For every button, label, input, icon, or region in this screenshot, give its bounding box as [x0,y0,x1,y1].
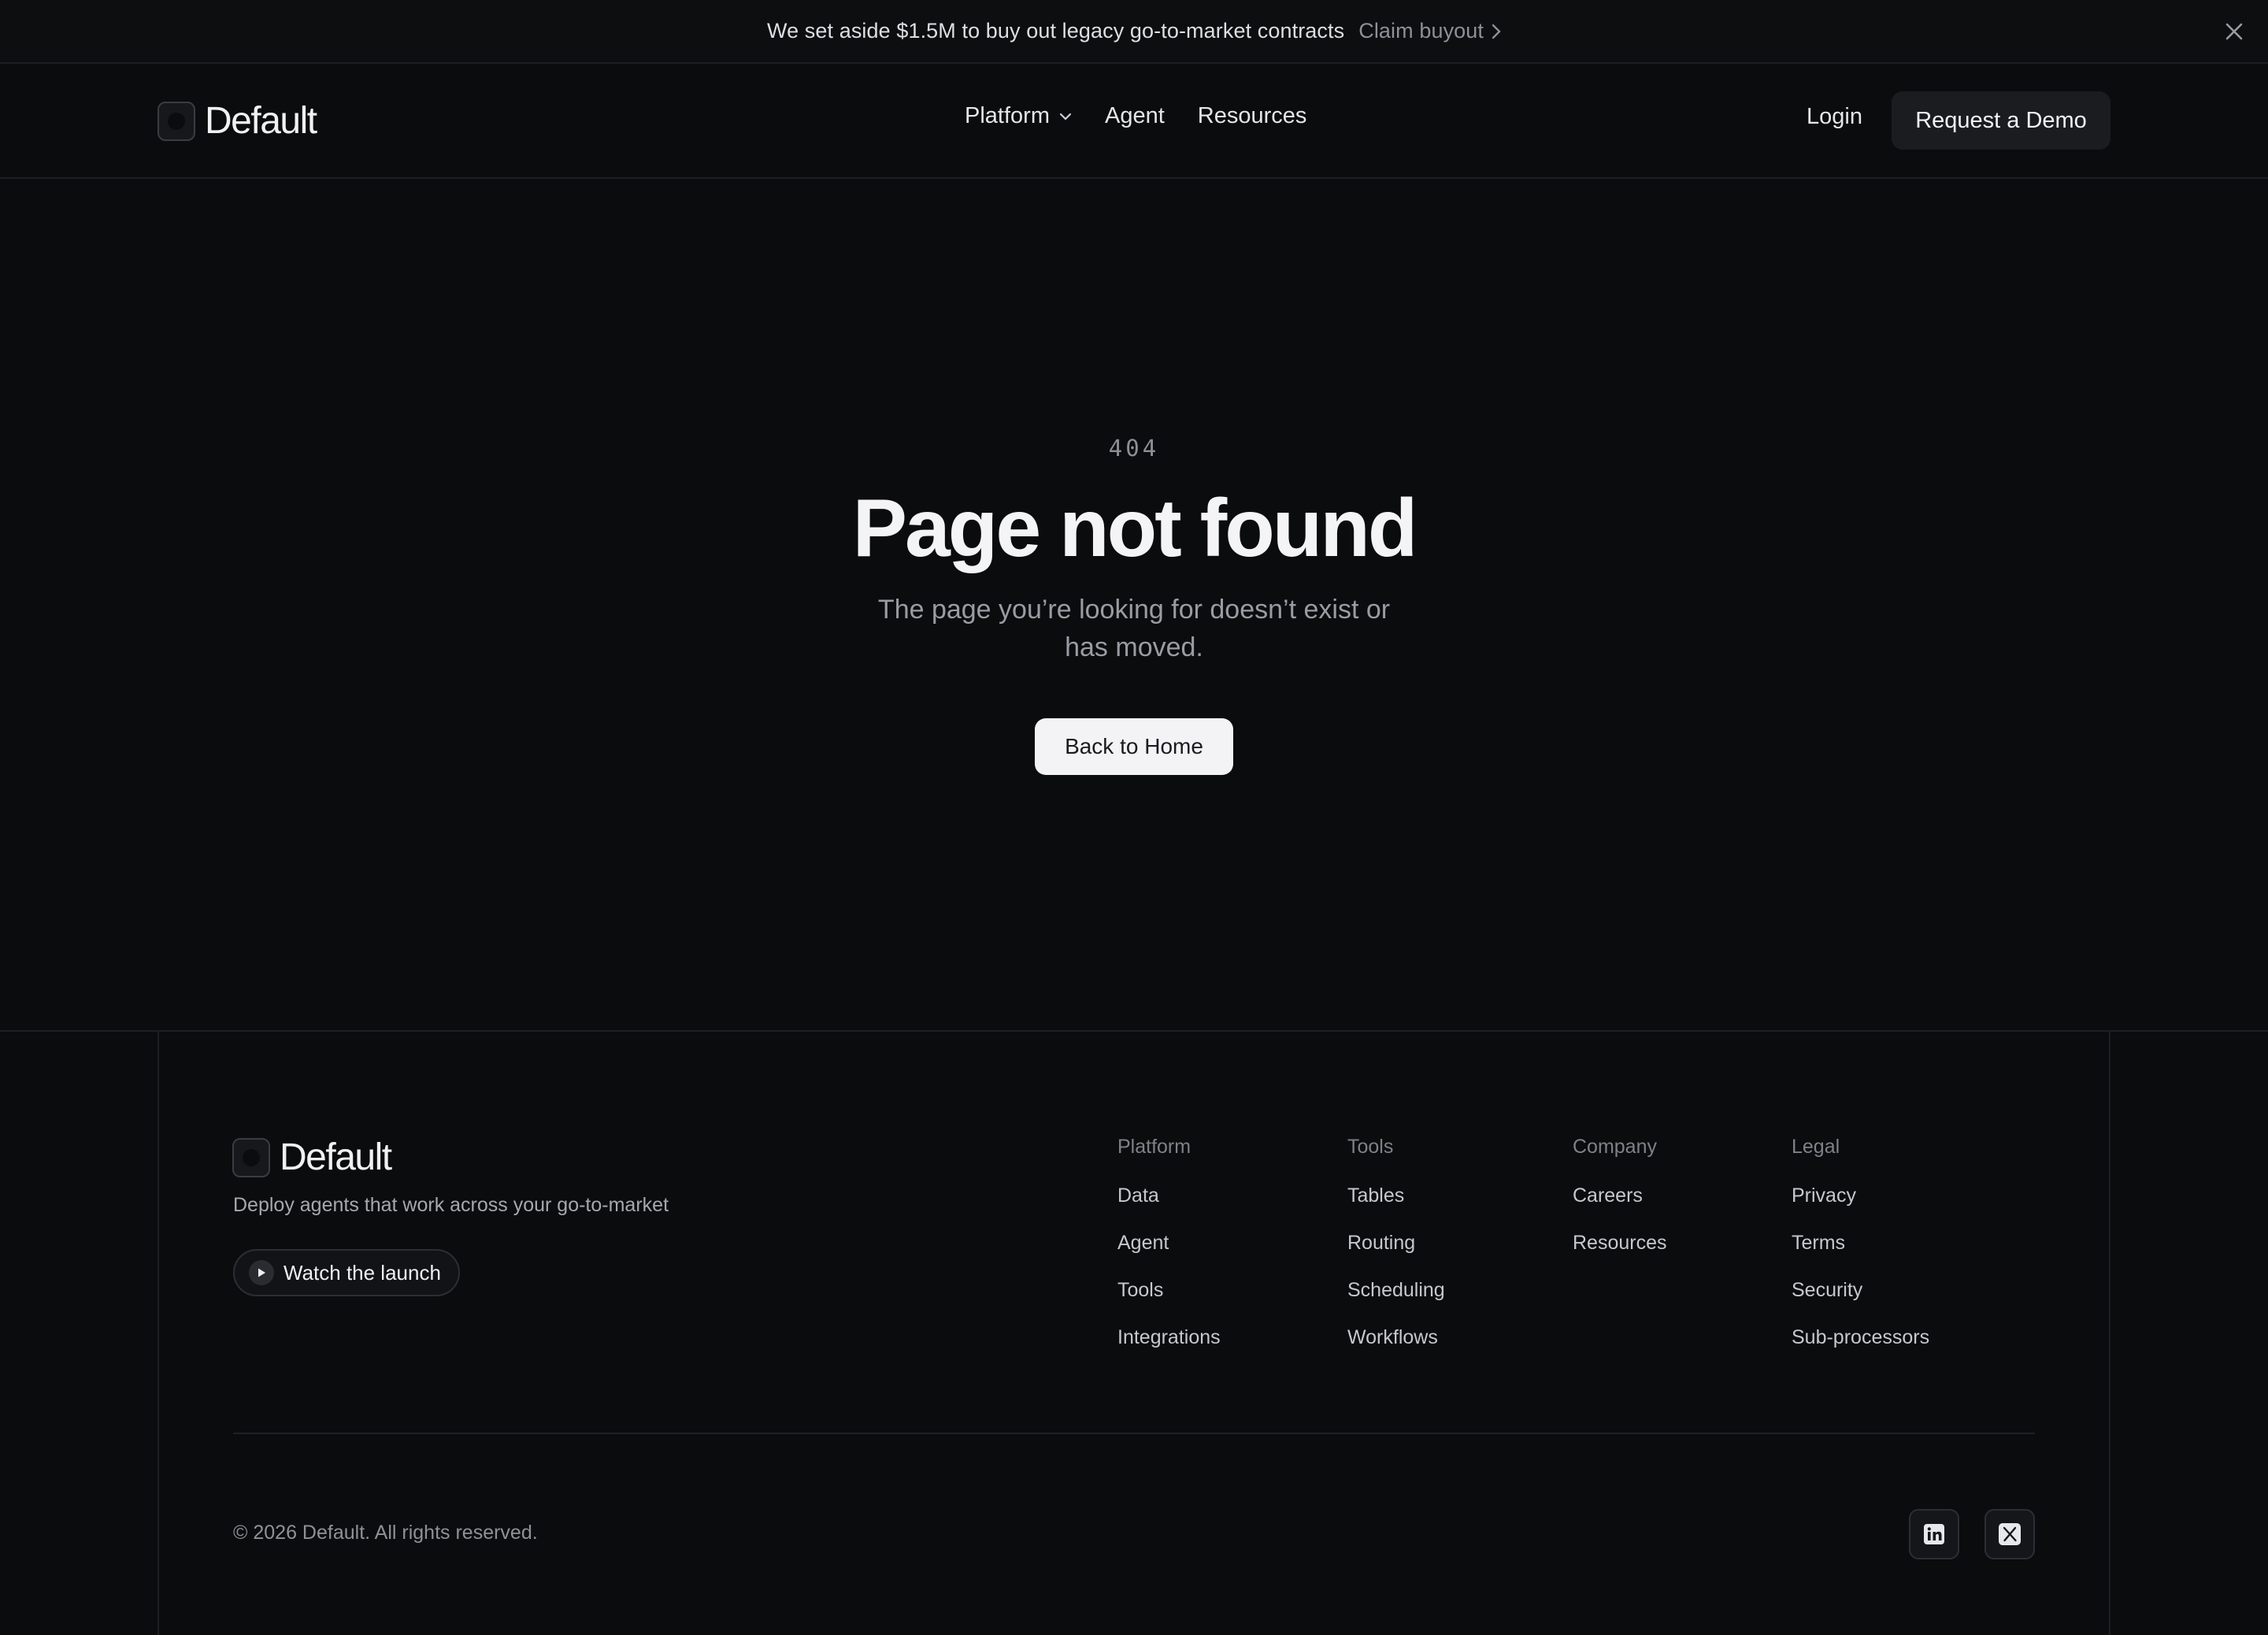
site-header: Default Platform Agent Resources Login R… [0,64,2268,179]
footer-column-heading: Platform [1117,1136,1191,1158]
footer-column-heading: Tools [1347,1136,1394,1158]
linkedin-link[interactable] [1909,1509,1959,1559]
site-footer: Default Deploy agents that work across y… [0,1030,2268,1635]
chevron-down-icon [1059,113,1072,120]
logo-mark-icon [158,101,195,141]
footer-link-privacy[interactable]: Privacy [1792,1184,1929,1231]
copyright-text: © 2026 Default. All rights reserved. [233,1522,538,1544]
footer-column-heading: Company [1573,1136,1657,1158]
footer-column-platform: Platform Data Agent Tools Integrations [1117,1136,1221,1373]
footer-link-tools[interactable]: Tools [1117,1278,1221,1325]
footer-link-integrations[interactable]: Integrations [1117,1325,1221,1373]
footer-link-agent[interactable]: Agent [1117,1231,1221,1278]
main-nav: Platform Agent Resources [965,103,1340,129]
footer-link-terms[interactable]: Terms [1792,1231,1929,1278]
watch-launch-label: Watch the launch [284,1260,441,1285]
footer-tagline: Deploy agents that work across your go-t… [233,1194,669,1216]
error-code: 404 [1108,435,1160,462]
nav-item-agent[interactable]: Agent [1105,103,1165,129]
error-message: The page you’re looking for doesn’t exis… [877,595,1391,662]
logo-mark-icon [232,1137,270,1177]
page: We set aside $1.5M to buy out legacy go-… [0,0,2268,1635]
nav-item-label: Agent [1104,103,1165,128]
footer-link-workflows[interactable]: Workflows [1347,1325,1445,1373]
footer-brand-logo[interactable]: Default [232,1136,392,1179]
announcement-bar: We set aside $1.5M to buy out legacy go-… [0,0,2268,64]
footer-link-data[interactable]: Data [1117,1184,1221,1231]
footer-column-heading: Legal [1792,1136,1840,1158]
footer-link-tables[interactable]: Tables [1347,1184,1445,1231]
linkedin-icon [1924,1524,1944,1544]
footer-link-resources[interactable]: Resources [1573,1231,1667,1278]
nav-item-label: Resources [1197,103,1307,128]
announcement-message: We set aside $1.5M to buy out legacy go-… [766,19,1345,43]
page-title: Page not found [852,483,1418,574]
nav-item-platform[interactable]: Platform [965,103,1072,129]
footer-column-company: Company Careers Resources [1573,1136,1667,1278]
watch-launch-button[interactable]: Watch the launch [233,1249,460,1296]
back-to-home-button[interactable]: Back to Home [1035,718,1233,775]
footer-link-sub-processors[interactable]: Sub-processors [1792,1325,1929,1373]
x-link[interactable] [1984,1509,2035,1559]
footer-link-scheduling[interactable]: Scheduling [1347,1278,1445,1325]
chevron-right-icon [1492,24,1501,39]
nav-item-resources[interactable]: Resources [1198,103,1307,129]
footer-link-routing[interactable]: Routing [1347,1231,1445,1278]
footer-column-tools: Tools Tables Routing Scheduling Workflow… [1347,1136,1445,1373]
request-demo-button[interactable]: Request a Demo [1892,91,2110,150]
brand-name: Default [205,100,317,142]
play-icon [249,1260,274,1285]
login-link[interactable]: Login [1807,104,1862,130]
brand-name: Default [280,1136,392,1178]
claim-buyout-link[interactable]: Claim buyout [1358,19,1501,43]
claim-buyout-label: Claim buyout [1358,19,1484,43]
nav-item-label: Platform [965,103,1050,128]
footer-column-legal: Legal Privacy Terms Security Sub-process… [1792,1136,1929,1373]
footer-divider [233,1433,2035,1434]
close-icon[interactable] [2222,20,2246,43]
footer-link-security[interactable]: Security [1792,1278,1929,1325]
brand-logo[interactable]: Default [158,99,317,143]
footer-link-careers[interactable]: Careers [1573,1184,1667,1231]
x-icon [1999,1523,2021,1545]
